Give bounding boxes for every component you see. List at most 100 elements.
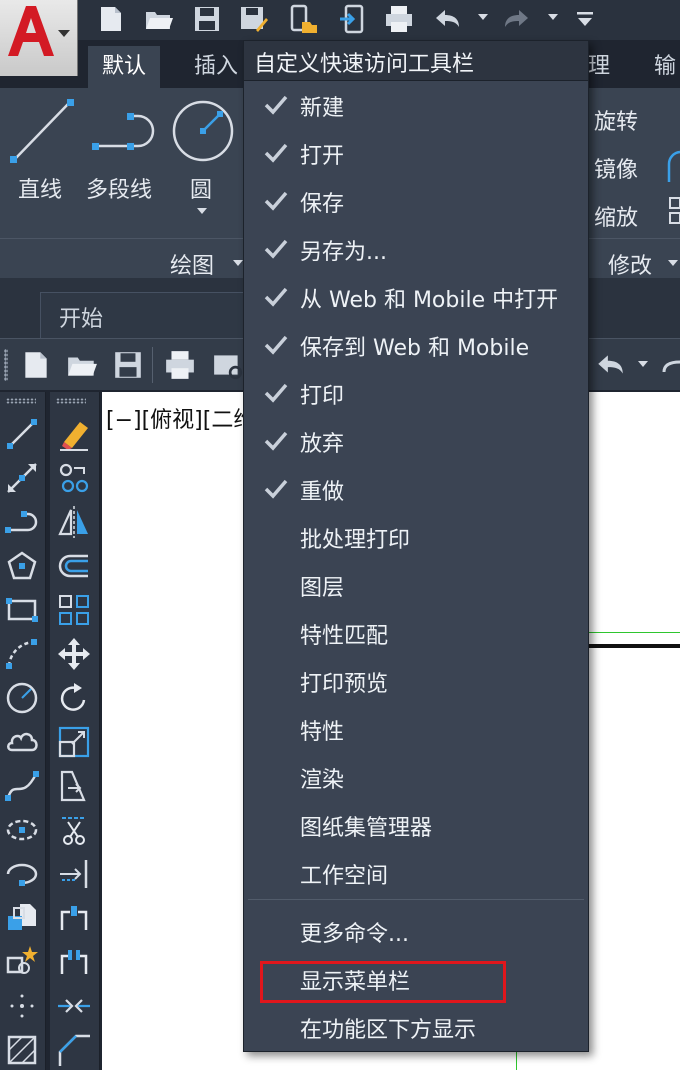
break-icon[interactable] — [56, 944, 92, 980]
save-as-icon[interactable] — [238, 4, 268, 34]
line-tool-button[interactable]: 直线 — [0, 88, 80, 228]
menu-item[interactable]: 工作空间 — [244, 849, 588, 897]
redo-dropdown-icon[interactable] — [548, 14, 558, 20]
array-icon[interactable] — [668, 196, 680, 226]
modify-panel-title[interactable]: 修改 — [608, 248, 652, 280]
draw-panel-expand-icon[interactable] — [233, 260, 243, 266]
create-block-icon[interactable] — [4, 944, 40, 980]
menu-item[interactable]: 渲染 — [244, 753, 588, 801]
rotate-tool-button[interactable]: 旋转 — [594, 104, 638, 136]
menu-item[interactable]: 从 Web 和 Mobile 中打开 — [244, 273, 588, 321]
ellipse-icon[interactable] — [4, 812, 40, 848]
viewport-controls[interactable]: [−][俯视][二维 — [106, 402, 255, 434]
circle-icon[interactable] — [4, 680, 40, 716]
draw-panel-title[interactable]: 绘图 — [170, 248, 214, 280]
tab-insert[interactable]: 插入 — [180, 46, 252, 88]
menu-item-label: 保存 — [300, 192, 345, 217]
new-file-icon[interactable] — [96, 4, 126, 34]
stretch-icon[interactable] — [56, 768, 92, 804]
menu-item-show-below-ribbon[interactable]: 在功能区下方显示 — [244, 1003, 588, 1051]
menu-item-more-commands[interactable]: 更多命令... — [244, 907, 588, 955]
open-folder-icon[interactable] — [144, 4, 174, 34]
modify-panel-expand-icon[interactable] — [668, 260, 678, 266]
menu-item[interactable]: 保存到 Web 和 Mobile — [244, 321, 588, 369]
chevron-down-icon[interactable] — [197, 208, 207, 214]
undo-icon[interactable] — [594, 349, 626, 381]
tab-start[interactable]: 开始 — [40, 292, 260, 338]
menu-item[interactable]: 打印预览 — [244, 657, 588, 705]
move-icon[interactable] — [56, 636, 92, 672]
break-at-point-icon[interactable] — [56, 900, 92, 936]
print-icon[interactable] — [164, 349, 196, 381]
scale-icon[interactable] — [56, 724, 92, 760]
menu-item[interactable]: 另存为... — [244, 225, 588, 273]
chamfer-icon[interactable] — [56, 1032, 92, 1068]
toolbar-grip[interactable] — [56, 398, 86, 404]
redo-icon[interactable] — [660, 349, 680, 381]
erase-icon[interactable] — [56, 416, 92, 452]
offset-icon[interactable] — [56, 548, 92, 584]
customize-quick-access-icon[interactable] — [570, 4, 600, 34]
polyline-tool-button[interactable]: 多段线 — [82, 88, 162, 228]
menu-item[interactable]: 打开 — [244, 129, 588, 177]
redo-icon[interactable] — [502, 4, 532, 34]
menu-item[interactable]: 批处理打印 — [244, 513, 588, 561]
save-icon[interactable] — [192, 4, 222, 34]
menu-item[interactable]: 保存 — [244, 177, 588, 225]
insert-block-icon[interactable] — [4, 900, 40, 936]
tab-start-label: 开始 — [59, 307, 104, 332]
line-icon[interactable] — [4, 416, 40, 452]
join-icon[interactable] — [56, 988, 92, 1024]
save-web-mobile-icon[interactable] — [338, 4, 368, 34]
ellipse-arc-icon[interactable] — [4, 856, 40, 892]
tab-output[interactable]: 输 — [640, 46, 680, 88]
undo-icon[interactable] — [432, 4, 462, 34]
fillet-icon[interactable] — [666, 148, 680, 184]
hatch-icon[interactable] — [4, 1032, 40, 1068]
open-web-mobile-icon[interactable] — [288, 4, 318, 34]
polygon-icon[interactable] — [4, 548, 40, 584]
menu-item[interactable]: 放弃 — [244, 417, 588, 465]
circle-tool-label: 圆 — [190, 178, 213, 203]
menu-item-label: 打印 — [300, 384, 345, 409]
menu-item[interactable]: 新建 — [244, 81, 588, 129]
copy-icon[interactable] — [56, 460, 92, 496]
menu-header: 自定义快速访问工具栏 — [244, 41, 588, 81]
menu-item[interactable]: 打印 — [244, 369, 588, 417]
checkmark-icon — [264, 191, 288, 211]
rotate-icon[interactable] — [56, 680, 92, 716]
print-preview-icon[interactable] — [212, 349, 244, 381]
checkmark-icon — [264, 383, 288, 403]
construction-line-icon[interactable] — [4, 460, 40, 496]
array-icon[interactable] — [56, 592, 92, 628]
menu-item[interactable]: 图层 — [244, 561, 588, 609]
tab-default[interactable]: 默认 — [88, 46, 161, 88]
arc-icon[interactable] — [4, 636, 40, 672]
new-file-icon[interactable] — [20, 349, 52, 381]
menu-item[interactable]: 特性匹配 — [244, 609, 588, 657]
undo-dropdown-icon[interactable] — [638, 361, 648, 367]
revision-cloud-icon[interactable] — [4, 724, 40, 760]
circle-tool-button[interactable]: 圆 — [166, 88, 240, 228]
undo-dropdown-icon[interactable] — [478, 14, 488, 20]
application-menu-button[interactable] — [0, 0, 78, 76]
menu-item[interactable]: 特性 — [244, 705, 588, 753]
mirror-tool-button[interactable]: 镜像 — [594, 152, 638, 184]
toolbar-grip[interactable] — [4, 349, 8, 381]
mirror-icon[interactable] — [56, 504, 92, 540]
extend-icon[interactable] — [56, 856, 92, 892]
open-folder-icon[interactable] — [66, 349, 98, 381]
spline-icon[interactable] — [4, 768, 40, 804]
menu-item[interactable]: 图纸集管理器 — [244, 801, 588, 849]
trim-icon[interactable] — [56, 812, 92, 848]
scale-tool-button[interactable]: 缩放 — [594, 200, 638, 232]
menu-item[interactable]: 重做 — [244, 465, 588, 513]
polyline-icon[interactable] — [4, 504, 40, 540]
toolbar-grip[interactable] — [6, 398, 36, 404]
save-icon[interactable] — [112, 349, 144, 381]
menu-item-label: 重做 — [300, 480, 345, 505]
point-icon[interactable] — [4, 988, 40, 1024]
print-icon[interactable] — [384, 4, 414, 34]
rectangle-icon[interactable] — [4, 592, 40, 628]
menu-item-label: 新建 — [300, 96, 345, 121]
